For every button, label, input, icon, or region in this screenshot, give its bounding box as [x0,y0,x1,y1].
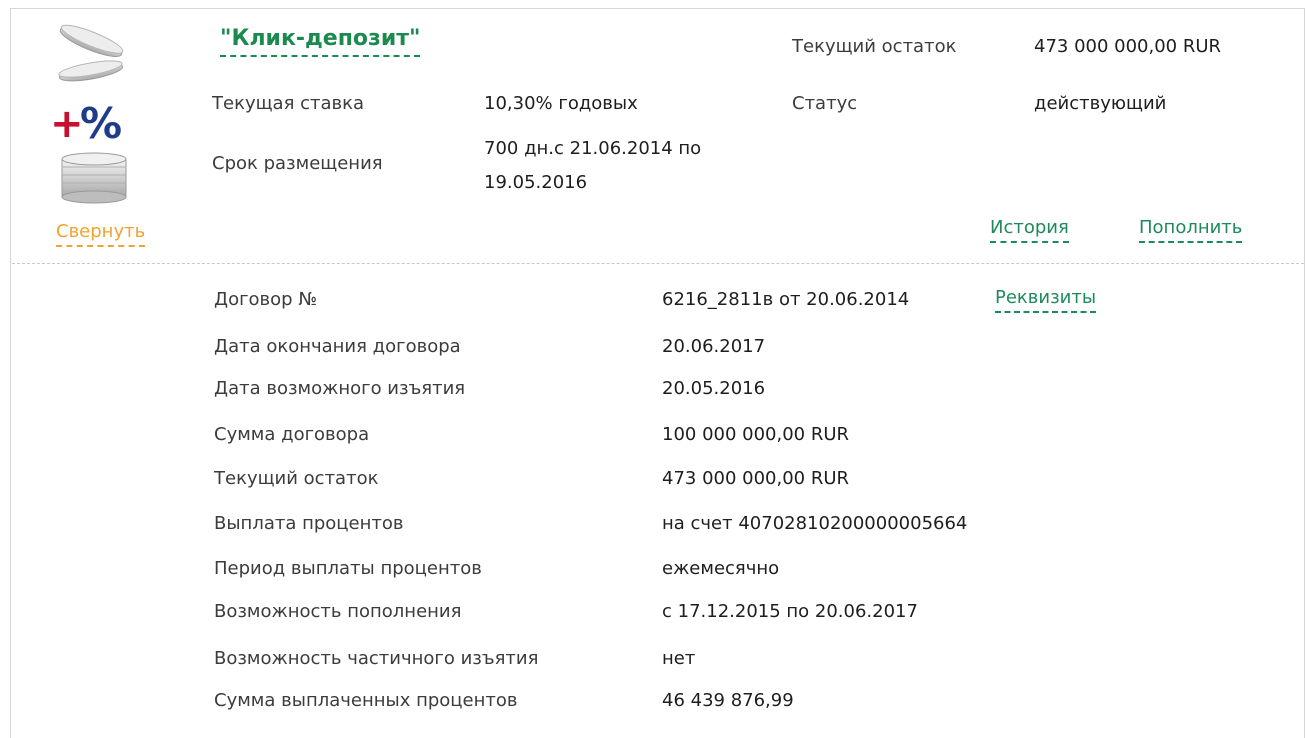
balance-value: 473 000 000,00 RUR [1034,36,1222,57]
status-label: Статус [792,93,858,114]
rate-label: Текущая ставка [212,93,365,114]
detail-label-contract-sum: Сумма договора [214,424,370,445]
svg-text:+: + [50,101,84,147]
detail-label-contract: Договор № [214,289,318,310]
detail-label-end-date: Дата окончания договора [214,336,461,357]
deposit-title-link[interactable]: "Клик-депозит" [220,26,421,57]
status-value: действующий [1034,93,1167,114]
detail-label-paid-interest: Сумма выплаченных процентов [214,690,518,711]
detail-value-partial-withdraw: нет [662,648,696,669]
detail-label-topup-possibility: Возможность пополнения [214,601,462,622]
detail-value-balance: 473 000 000,00 RUR [662,468,850,489]
detail-value-payout-period: ежемесячно [662,558,780,579]
balance-label: Текущий остаток [792,36,957,57]
detail-value-paid-interest: 46 439 876,99 [662,690,794,711]
detail-label-interest-payout: Выплата процентов [214,513,404,534]
detail-label-balance: Текущий остаток [214,468,379,489]
term-label: Срок размещения [212,153,383,174]
detail-value-interest-payout: на счет 40702810200000005664 [662,513,968,534]
history-link[interactable]: История [990,217,1069,243]
detail-label-withdraw-date: Дата возможного изъятия [214,378,466,399]
requisites-link[interactable]: Реквизиты [995,287,1097,313]
deposit-percent-coins-icon: + % [46,14,156,204]
svg-text:%: % [80,99,122,148]
detail-label-payout-period: Период выплаты процентов [214,558,482,579]
detail-value-contract-sum: 100 000 000,00 RUR [662,424,850,445]
section-divider [12,263,1304,264]
collapse-link[interactable]: Свернуть [56,221,146,247]
detail-value-topup-possibility: с 17.12.2015 по 20.06.2017 [662,601,918,622]
rate-value: 10,30% годовых [484,93,638,114]
topup-link[interactable]: Пополнить [1139,217,1243,243]
detail-value-contract: 6216_2811в от 20.06.2014 [662,289,910,310]
detail-value-end-date: 20.06.2017 [662,336,766,357]
term-value: 700 дн.с 21.06.2014 по 19.05.2016 [484,138,702,193]
detail-label-partial-withdraw: Возможность частичного изъятия [214,648,539,669]
deposit-card [10,8,1305,738]
detail-value-withdraw-date: 20.05.2016 [662,378,766,399]
